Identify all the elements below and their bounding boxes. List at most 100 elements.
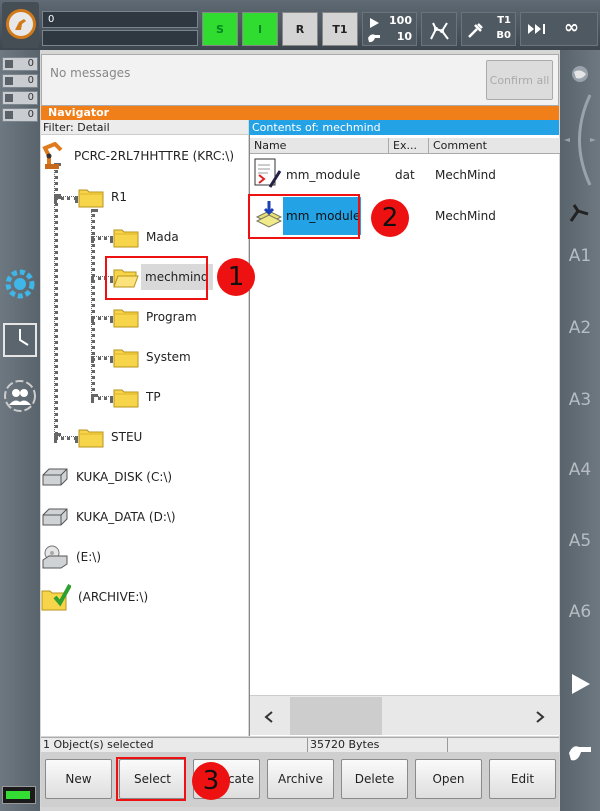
- tree-node-program[interactable]: Program: [113, 303, 197, 331]
- tree-connector: [91, 316, 113, 320]
- directory-tree[interactable]: PCRC-2RL7HHTTRE (KRC:\) R1 Mada mechmind…: [41, 135, 248, 736]
- tree-node-mada[interactable]: Mada: [113, 223, 179, 251]
- program-override-value: 100: [389, 14, 412, 27]
- column-header-ext[interactable]: Ex...: [389, 138, 429, 154]
- message-text: No messages: [50, 66, 131, 80]
- jog-options-button[interactable]: [421, 12, 457, 46]
- status-message-count[interactable]: 0: [2, 74, 38, 88]
- confirm-all-button[interactable]: Confirm all: [486, 60, 553, 100]
- tree-node-kuka-disk[interactable]: KUKA_DISK (C:\): [41, 463, 172, 491]
- override-status[interactable]: 100 10: [362, 12, 417, 46]
- ack-message-count[interactable]: 0: [2, 57, 38, 71]
- tree-node-tp[interactable]: TP: [113, 383, 161, 411]
- increment-arrows-icon: [528, 24, 545, 34]
- tree-connector: [54, 436, 78, 440]
- scroll-left-icon[interactable]: [264, 711, 274, 723]
- file-row[interactable]: mm_module dat MechMind: [250, 155, 560, 195]
- settings-gear-icon[interactable]: [3, 267, 37, 301]
- tree-node-e-drive[interactable]: (E:\): [41, 543, 101, 571]
- highlight-box-mechmind: [105, 256, 208, 300]
- axis-key-a4[interactable]: A4: [560, 460, 600, 480]
- delete-button[interactable]: Delete: [341, 759, 408, 799]
- tree-label: Program: [146, 310, 197, 324]
- column-header-comment[interactable]: Comment: [429, 138, 560, 154]
- tree-label: KUKA_DISK (C:\): [76, 470, 173, 484]
- tree-node-steu[interactable]: STEU: [78, 423, 142, 451]
- tool-icon: [468, 23, 483, 38]
- dialog-message-count[interactable]: 0: [2, 108, 38, 122]
- selection-count: 1 Object(s) selected: [41, 738, 308, 753]
- program-name-field[interactable]: 0: [42, 11, 198, 28]
- new-button[interactable]: New: [45, 759, 112, 799]
- tree-node-system[interactable]: System: [113, 343, 191, 371]
- axis-key-a6[interactable]: A6: [560, 602, 600, 622]
- axis-key-a1[interactable]: A1: [560, 246, 600, 266]
- tree-label: (E:\): [76, 550, 102, 564]
- space-mouse-icon[interactable]: [564, 90, 596, 193]
- navigator-status-bar: 1 Object(s) selected 35720 Bytes: [41, 737, 559, 753]
- kuka-main-menu-button[interactable]: [2, 2, 39, 48]
- tree-label: STEU: [111, 430, 143, 444]
- archive-button[interactable]: Archive: [267, 759, 334, 799]
- highlight-box-module: [248, 194, 360, 239]
- folder-icon: [113, 309, 139, 328]
- axis-key-a5[interactable]: A5: [560, 531, 600, 551]
- message-window: No messages Confirm all: [41, 54, 559, 106]
- jog-hand-icon: [368, 34, 380, 43]
- step-badge-2: 2: [371, 199, 409, 237]
- jog-override-value: 10: [396, 30, 412, 43]
- incremental-jog-status[interactable]: ∞: [520, 12, 598, 46]
- navigator-title: Navigator: [41, 106, 559, 120]
- axis-key-a2[interactable]: A2: [560, 318, 600, 338]
- tree-connector: [54, 196, 58, 436]
- tree-node-krc-root[interactable]: PCRC-2RL7HHTTRE (KRC:\): [41, 142, 234, 170]
- robot-jog-icon: [430, 22, 449, 40]
- file-comment: MechMind: [435, 209, 496, 223]
- scrollbar-thumb[interactable]: [290, 697, 382, 735]
- tree-label: R1: [111, 190, 127, 204]
- file-ext: dat: [395, 168, 415, 182]
- robot-interpreter-status[interactable]: R: [282, 12, 318, 46]
- active-tool-base-status[interactable]: T1 B0: [461, 12, 516, 46]
- filter-label[interactable]: Filter: Detail: [41, 120, 248, 135]
- edit-button[interactable]: Edit: [489, 759, 556, 799]
- jog-hand-icon[interactable]: [567, 742, 593, 767]
- tool-label: T1: [497, 15, 511, 26]
- top-status-bar: 0 S I R T1 100 10 T1 B0 ∞: [0, 0, 600, 50]
- play-start-icon[interactable]: [570, 672, 592, 699]
- tree-node-kuka-data[interactable]: KUKA_DATA (D:\): [41, 503, 176, 531]
- info-message-count[interactable]: 0: [2, 91, 38, 105]
- clock-icon[interactable]: [3, 323, 37, 357]
- tree-label: Mada: [146, 230, 179, 244]
- step-badge-1: 1: [217, 258, 255, 296]
- column-header-name[interactable]: Name: [250, 138, 389, 154]
- robot-logo-icon: [6, 9, 36, 39]
- globe-icon[interactable]: [570, 64, 590, 87]
- file-size: 35720 Bytes: [308, 738, 448, 753]
- program-progress-field: [42, 30, 198, 46]
- horizontal-scrollbar[interactable]: [250, 695, 560, 735]
- tree-node-r1[interactable]: R1: [78, 183, 127, 211]
- tree-label: KUKA_DATA (D:\): [76, 510, 176, 524]
- tree-connector: [91, 356, 113, 360]
- tree-label: System: [146, 350, 191, 364]
- tree-label: PCRC-2RL7HHTTRE (KRC:\): [74, 149, 235, 163]
- base-label: B0: [496, 30, 511, 41]
- step-badge-3: 3: [192, 762, 230, 800]
- left-status-column: 0 0 0 0: [0, 50, 40, 811]
- operating-mode-status[interactable]: T1: [322, 12, 358, 46]
- tree-node-archive[interactable]: (ARCHIVE:\): [41, 583, 148, 611]
- scroll-right-icon[interactable]: [535, 711, 545, 723]
- folder-icon: [113, 229, 139, 248]
- folder-icon: [113, 349, 139, 368]
- tree-label: (ARCHIVE:\): [78, 590, 149, 604]
- open-button[interactable]: Open: [415, 759, 482, 799]
- coordinate-system-icon[interactable]: [568, 202, 592, 227]
- battery-icon: [2, 786, 36, 804]
- submit-interpreter-status[interactable]: S: [202, 12, 238, 46]
- folder-icon: [113, 389, 139, 408]
- drives-status[interactable]: I: [242, 12, 278, 46]
- data-file-icon: [254, 158, 282, 188]
- axis-key-a3[interactable]: A3: [560, 390, 600, 410]
- user-group-icon[interactable]: [3, 379, 37, 413]
